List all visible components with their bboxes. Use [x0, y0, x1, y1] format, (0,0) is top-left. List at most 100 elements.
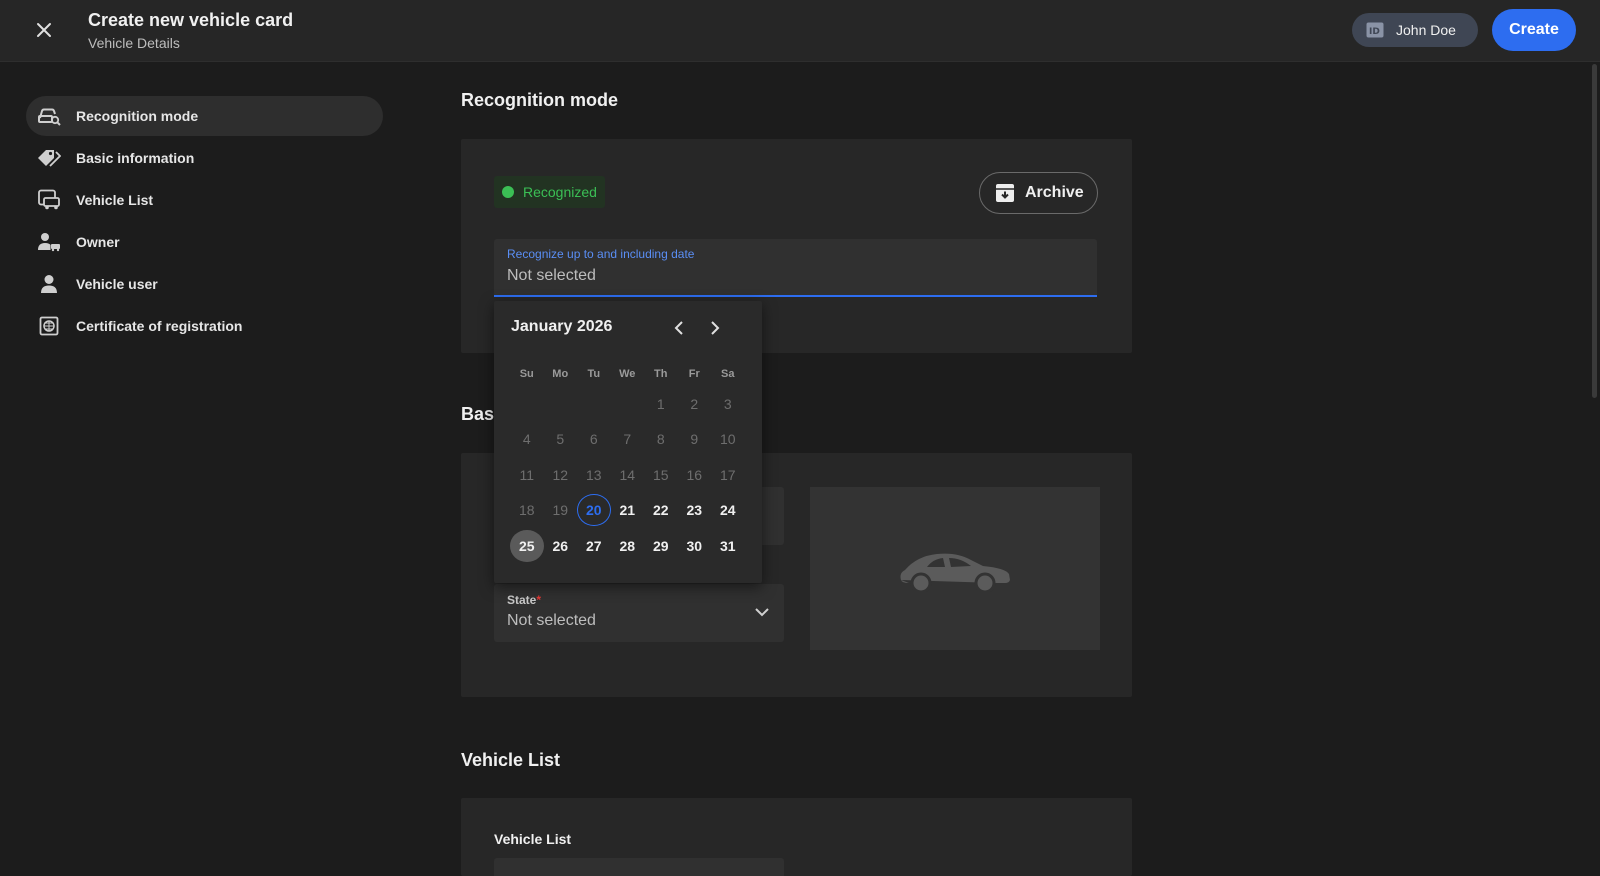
- calendar-day: 13: [585, 466, 602, 483]
- sidebar-item-basic-information[interactable]: Basic information: [26, 138, 383, 178]
- close-icon: [37, 23, 51, 37]
- calendar-day: 5: [556, 431, 565, 448]
- sidebar-item-label: Owner: [76, 234, 120, 250]
- certificate-icon: [36, 315, 62, 337]
- owner-icon: [36, 231, 62, 253]
- calendar-day: 15: [652, 466, 669, 483]
- vehicle-list-title: Vehicle List: [461, 750, 561, 770]
- sidebar-item-owner[interactable]: Owner: [26, 222, 383, 262]
- status-badge: Recognized: [494, 176, 605, 208]
- sidebar-item-label: Certificate of registration: [76, 318, 243, 334]
- calendar-day: 11: [519, 466, 535, 483]
- id-card-icon: ID: [1366, 22, 1384, 38]
- weekday-label: Tu: [587, 368, 601, 380]
- calendar-day: 7: [623, 431, 632, 448]
- sidebar-item-label: Basic information: [76, 150, 195, 166]
- weekday-label: Sa: [721, 368, 735, 380]
- vehicle-list-icon: [36, 189, 62, 211]
- weekday-label: Mo: [552, 368, 569, 380]
- calendar-day: 2: [690, 395, 699, 412]
- calendar-day: 12: [552, 466, 569, 483]
- calendar-day: 10: [719, 431, 736, 448]
- calendar-day[interactable]: 26: [544, 530, 578, 562]
- basic-information-title: Bas: [461, 404, 495, 424]
- recognize-date-field[interactable]: Recognize up to and including date Not s…: [494, 239, 1097, 297]
- sidebar-item-certificate-of-registration[interactable]: Certificate of registration: [26, 306, 383, 346]
- user-chip[interactable]: ID John Doe: [1352, 13, 1478, 47]
- calendar-day[interactable]: 29: [644, 530, 678, 562]
- archive-button[interactable]: Archive: [979, 172, 1098, 214]
- state-select[interactable]: State* Not selected: [494, 584, 784, 642]
- vehicle-list-field[interactable]: [494, 858, 784, 876]
- sidebar-item-recognition-mode[interactable]: Recognition mode: [26, 96, 383, 136]
- page-subtitle: Vehicle Details: [88, 35, 180, 51]
- state-value: Not selected: [507, 612, 596, 629]
- calendar-day: 3: [723, 395, 732, 412]
- calendar-day: 4: [522, 431, 531, 448]
- recognize-date-label: Recognize up to and including date: [507, 247, 695, 261]
- user-name: John Doe: [1396, 22, 1456, 38]
- previous-month-button[interactable]: [666, 315, 692, 341]
- calendar-week-row: 4 5 6 7 8 9 10: [510, 422, 745, 458]
- calendar-empty-cell: [611, 388, 645, 420]
- close-button[interactable]: [28, 14, 60, 46]
- calendar-day[interactable]: 24: [711, 494, 745, 526]
- calendar-empty-cell: [510, 388, 544, 420]
- calendar-day[interactable]: 20: [577, 494, 611, 527]
- sidebar-nav: Recognition mode Basic information Vehic…: [26, 96, 383, 348]
- calendar-day: 17: [719, 466, 736, 483]
- calendar-day[interactable]: 25: [510, 529, 544, 562]
- calendar-day: 1: [656, 395, 665, 412]
- weekday-label: Fr: [688, 368, 700, 380]
- status-dot-icon: [502, 186, 514, 198]
- weekday-label: Th: [654, 368, 668, 380]
- recognition-mode-title: Recognition mode: [461, 90, 618, 110]
- car-search-icon: [36, 105, 62, 127]
- calendar-day[interactable]: 22: [644, 494, 678, 526]
- sidebar-item-label: Vehicle user: [76, 276, 158, 292]
- chevron-down-icon: [755, 608, 769, 617]
- weekday-label: We: [619, 368, 636, 380]
- recognize-date-value: Not selected: [507, 267, 596, 284]
- calendar-day: 6: [589, 431, 598, 448]
- vehicle-list-field-label: Vehicle List: [494, 831, 572, 847]
- calendar-month-label: January 2026: [511, 318, 613, 335]
- page-scrollbar[interactable]: [1589, 62, 1600, 876]
- calendar-day[interactable]: 31: [711, 530, 745, 562]
- sidebar-item-label: Recognition mode: [76, 108, 199, 124]
- calendar-day[interactable]: 27: [577, 530, 611, 562]
- calendar-grid: Su Mo Tu We Th Fr Sa 1 2 3 4 5 6 7 8 9 10 11 12 13 14 15 16 17…: [510, 362, 745, 564]
- calendar-empty-cell: [544, 388, 578, 420]
- create-button[interactable]: Create: [1492, 9, 1576, 51]
- weekday-header-row: Su Mo Tu We Th Fr Sa: [510, 362, 745, 386]
- calendar-day: 19: [552, 502, 569, 519]
- sidebar-item-vehicle-list[interactable]: Vehicle List: [26, 180, 383, 220]
- sidebar-item-label: Vehicle List: [76, 192, 154, 208]
- date-picker-popup: January 2026 Su Mo Tu We Th Fr Sa 1 2 3 4 5 6 7 8 9 10 1…: [494, 301, 762, 583]
- calendar-day[interactable]: 30: [678, 530, 712, 562]
- basic-field[interactable]: [762, 487, 784, 545]
- scrollbar-thumb[interactable]: [1592, 64, 1597, 398]
- state-label: State*: [507, 593, 542, 607]
- calendar-day: 16: [686, 466, 703, 483]
- sidebar-item-vehicle-user[interactable]: Vehicle user: [26, 264, 383, 304]
- calendar-day: 8: [656, 431, 665, 448]
- car-icon: [900, 553, 1010, 592]
- archive-label: Archive: [1025, 184, 1084, 201]
- calendar-day: 18: [518, 502, 535, 519]
- calendar-day[interactable]: 23: [678, 494, 712, 526]
- svg-text:ID: ID: [1369, 27, 1380, 37]
- top-bar: Create new vehicle card Vehicle Details …: [0, 0, 1600, 62]
- next-month-button[interactable]: [702, 315, 728, 341]
- weekday-label: Su: [519, 368, 534, 380]
- calendar-day[interactable]: 28: [611, 530, 645, 562]
- calendar-day: 14: [619, 466, 636, 483]
- calendar-day[interactable]: 21: [611, 494, 645, 526]
- vehicle-image-placeholder: [810, 487, 1100, 650]
- calendar-week-row: 11 12 13 14 15 16 17: [510, 457, 745, 493]
- calendar-day: 9: [690, 431, 699, 448]
- page-title: Create new vehicle card: [88, 10, 294, 30]
- tags-icon: [36, 147, 62, 169]
- required-mark: *: [536, 593, 542, 607]
- chevron-left-icon: [674, 321, 683, 335]
